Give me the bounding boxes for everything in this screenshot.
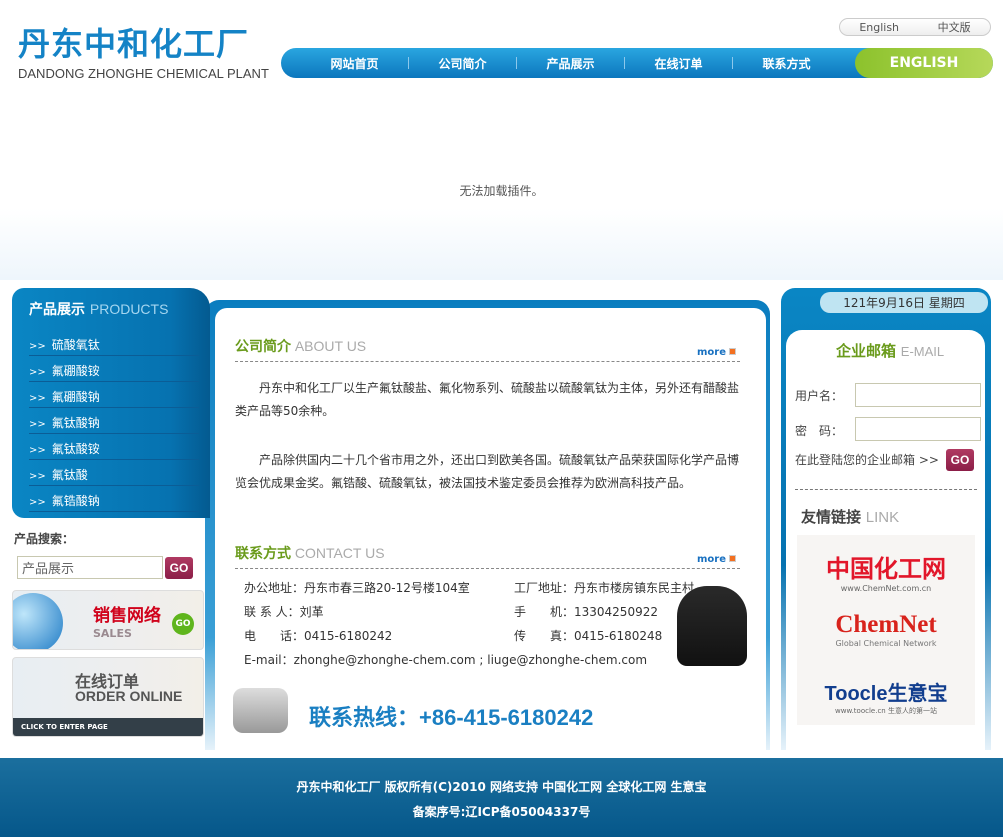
lang-english[interactable]: English	[859, 21, 899, 34]
mail-login-button[interactable]: GO	[946, 449, 974, 471]
link-chemnet-global[interactable]: ChemNet Global Chemical Network	[797, 611, 975, 648]
nav-english[interactable]: ENGLISH	[855, 48, 993, 78]
arrow-icon	[729, 555, 736, 562]
date-display: 121年9月16日 星期四	[820, 292, 988, 313]
about-more-link[interactable]: more	[697, 347, 736, 358]
friend-links: 中国化工网 www.ChemNet.com.cn ChemNet Global Ch…	[797, 535, 975, 725]
nav-contact[interactable]: 联系方式	[733, 55, 840, 72]
nav-home[interactable]: 网站首页	[301, 55, 408, 72]
globe-icon	[13, 593, 63, 649]
username-input[interactable]	[855, 383, 981, 407]
product-link[interactable]: >> 氟硼酸铵	[29, 356, 199, 382]
about-header: 公司简介 ABOUT US more	[235, 336, 740, 362]
order-online-banner[interactable]: 在线订单 ORDER ONLINE CLICK TO ENTER PAGE	[12, 657, 204, 737]
telephone-icon	[233, 688, 288, 733]
product-link[interactable]: >> 硫酸氧钛	[29, 330, 199, 356]
lang-chinese[interactable]: 中文版	[938, 19, 971, 35]
nav-order[interactable]: 在线订单	[625, 55, 732, 72]
footer-copyright: 丹东中和化工厂 版权所有(C)2010 网络支持 中国化工网 全球化工网 生意宝	[296, 780, 707, 794]
arrow-icon	[729, 348, 736, 355]
go-icon: GO	[172, 613, 194, 635]
footer-icp: 备案序号:辽ICP备05004337号	[412, 805, 591, 819]
plugin-area: 无法加载插件。	[0, 100, 1003, 280]
contact-more-link[interactable]: more	[697, 554, 736, 565]
about-paragraph: 丹东中和化工厂以生产氟钛酸盐、氟化物系列、硫酸盐以硫酸氧钛为主体，另外还有醋酸盐…	[235, 381, 740, 418]
main-content: 公司简介 ABOUT US more 丹东中和化工厂以生产氟钛酸盐、氟化物系列、硫…	[215, 308, 766, 750]
about-paragraph: 产品除供国内二十几个省市用之外，还出口到欧美各国。硫酸氧钛产品荣获国际化学产品博…	[235, 453, 740, 490]
search-go-button[interactable]: GO	[165, 557, 193, 579]
nav-about[interactable]: 公司简介	[409, 55, 516, 72]
product-link[interactable]: >> 氟钛酸钠	[29, 408, 199, 434]
divider	[795, 489, 977, 490]
products-title: 产品展示 PRODUCTS	[29, 301, 169, 318]
product-link[interactable]: >> 氟硼酸钠	[29, 382, 199, 408]
password-input[interactable]	[855, 417, 981, 441]
nav-products[interactable]: 产品展示	[517, 55, 624, 72]
products-panel: 产品展示 PRODUCTS >> 硫酸氧钛 >> 氟硼酸铵 >> 氟硼酸钠 >> 氟钛酸…	[12, 288, 210, 518]
hotline: 联系热线：+86-415-6180242	[309, 705, 594, 730]
sales-network-banner[interactable]: 销售网络 SALES GO	[12, 590, 204, 650]
footer: 丹东中和化工厂 版权所有(C)2010 网络支持 中国化工网 全球化工网 生意宝…	[0, 758, 1003, 837]
product-link[interactable]: >> 氟钛酸	[29, 460, 199, 486]
search-label: 产品搜索：	[14, 532, 75, 546]
logo-subtitle: DANDONG ZHONGHE CHEMICAL PLANT	[18, 66, 269, 81]
link-chemnet-cn[interactable]: 中国化工网 www.ChemNet.com.cn	[797, 549, 975, 593]
product-link[interactable]: >> 氟锆酸钠	[29, 486, 199, 512]
link-toocle[interactable]: Toocle生意宝 www.toocle.cn 生意人的第一站	[797, 677, 975, 716]
plugin-message: 无法加载插件。	[459, 183, 544, 198]
search-input[interactable]	[17, 556, 163, 579]
product-link[interactable]: >> 氟钛酸铵	[29, 434, 199, 460]
contact-header: 联系方式 CONTACT US more	[235, 543, 740, 569]
logo[interactable]: 丹东中和化工厂	[18, 24, 249, 64]
login-hint: 在此登陆您的企业邮箱 >>	[795, 453, 939, 467]
main-nav: 网站首页 公司简介 产品展示 在线订单 联系方式 ENGLISH	[281, 48, 993, 78]
businessman-image	[677, 586, 747, 666]
language-switch: English 中文版	[839, 18, 991, 36]
